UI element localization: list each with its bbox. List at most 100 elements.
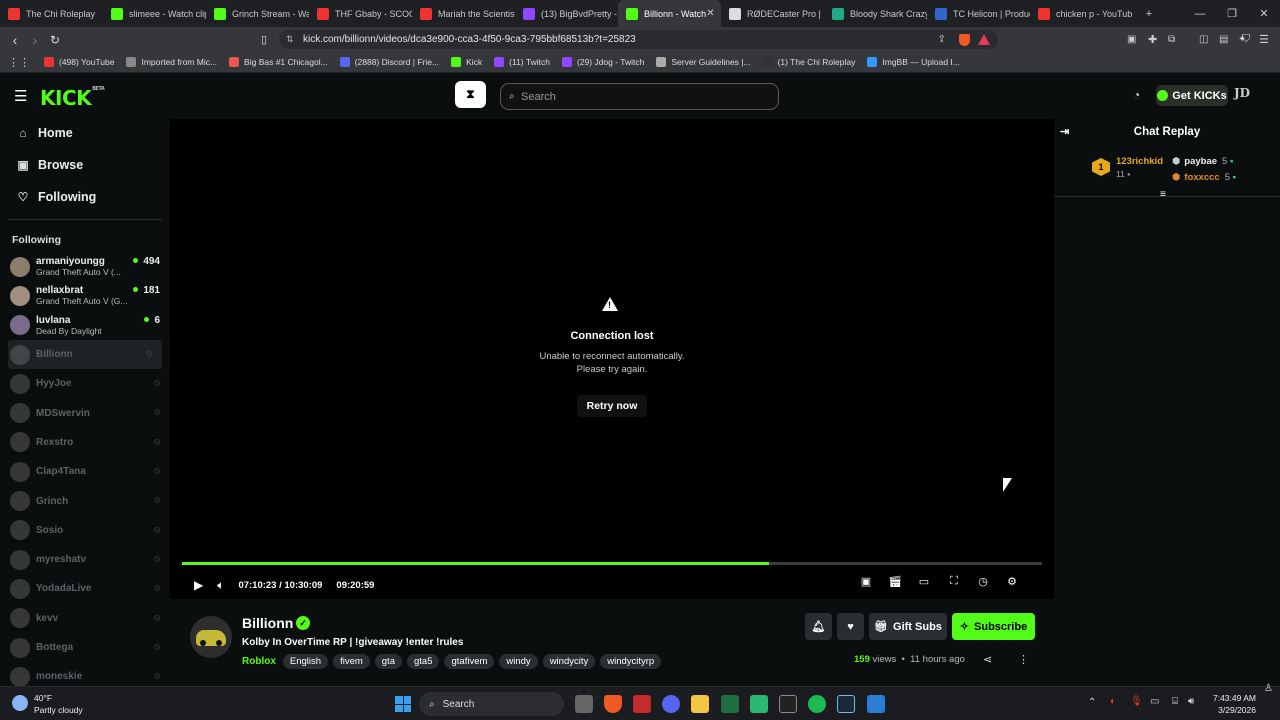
- brave-shields-icon[interactable]: [959, 33, 970, 46]
- speaker-icon[interactable]: 🔊︎: [1188, 696, 1194, 707]
- followed-channel-offline[interactable]: HyyJoe ⦸: [0, 369, 170, 398]
- category-link[interactable]: Roblox: [242, 656, 276, 667]
- tray-app-icon[interactable]: ◐: [1110, 696, 1116, 707]
- followed-channel-offline[interactable]: Bottega ⦸: [0, 633, 170, 662]
- settings-gear-icon[interactable]: ⚙: [1004, 575, 1020, 588]
- followed-channel-offline[interactable]: myreshatv ⦸: [0, 545, 170, 574]
- bookmark-item[interactable]: Kick: [451, 57, 482, 67]
- channel-avatar[interactable]: [190, 616, 232, 658]
- bookmark-item[interactable]: (498) YouTube: [44, 57, 114, 67]
- site-info-icon[interactable]: ⇅: [286, 34, 294, 45]
- reload-icon[interactable]: ↻: [45, 33, 65, 47]
- bookmark-item[interactable]: (11) Twitch: [494, 57, 550, 67]
- followed-channel-offline[interactable]: YodadaLive ⦸: [0, 574, 170, 603]
- followed-channel-offline[interactable]: kevv ⦸: [0, 604, 170, 633]
- task-view-icon[interactable]: [575, 695, 593, 713]
- bookmark-item[interactable]: (2888) Discord | Frie...: [339, 57, 439, 67]
- gifter-row[interactable]: ⬢ foxxccc 5 ▪: [1172, 172, 1236, 183]
- browser-tab[interactable]: Bloody Shark Crazy: [824, 0, 927, 27]
- followed-channel-live[interactable]: armaniyoungg Grand Theft Auto V (... 494: [0, 252, 170, 281]
- retry-button[interactable]: Retry now: [577, 395, 647, 417]
- puzzle-icon[interactable]: ✚: [1148, 33, 1157, 46]
- weather-widget[interactable]: 40°F Partly cloudy: [10, 692, 100, 718]
- browser-tab[interactable]: slimeee - Watch clip: [103, 0, 206, 27]
- play-icon[interactable]: ▶: [194, 578, 203, 592]
- volume-icon[interactable]: 🔈︎: [217, 578, 224, 593]
- chat-filter-icon[interactable]: ≡: [1160, 189, 1166, 200]
- follow-heart-button[interactable]: ♥: [837, 613, 864, 640]
- taskbar-search[interactable]: ⌕ Search: [419, 692, 564, 716]
- collapse-chat-icon[interactable]: ⇥: [1060, 125, 1069, 138]
- followed-channel-offline[interactable]: Rexstro ⦸: [0, 428, 170, 457]
- battery-icon[interactable]: ▭: [1150, 696, 1159, 707]
- bookmark-item[interactable]: (1) The Chi Roleplay: [762, 57, 855, 67]
- microphone-icon[interactable]: 🎙︎: [1130, 696, 1143, 707]
- top-gifter-name[interactable]: 123richkid: [1116, 156, 1163, 167]
- vertical-video-icon[interactable]: ⧗: [455, 81, 486, 108]
- bookmark-item[interactable]: Imported from Mic...: [126, 57, 217, 67]
- brave-app-icon[interactable]: [604, 695, 622, 713]
- bookmark-item[interactable]: ImgBB — Upload I...: [867, 57, 960, 67]
- theatre-mode-icon[interactable]: ▭: [916, 575, 932, 588]
- followed-channel-offline[interactable]: MDSwervin ⦸: [0, 398, 170, 427]
- sidebar-nav-browse[interactable]: ▣ Browse: [0, 149, 170, 181]
- screenshot-icon[interactable]: ⧉: [1168, 34, 1175, 45]
- brave-rewards-icon[interactable]: [978, 34, 990, 45]
- stream-tag[interactable]: windycityrp: [600, 654, 662, 669]
- kick-logo[interactable]: KICKBETA: [40, 86, 105, 110]
- forward-icon[interactable]: ›: [25, 32, 45, 48]
- browser-tab[interactable]: chicken p - YouTub: [1030, 0, 1133, 27]
- excel-app-icon[interactable]: [721, 695, 739, 713]
- get-kicks-button[interactable]: Get KICKs: [1156, 85, 1228, 106]
- video-player[interactable]: Connection lost Unable to reconnect auto…: [170, 119, 1054, 599]
- browser-tab[interactable]: RØDECaster Pro | Po: [721, 0, 824, 27]
- url-field[interactable]: ⇅ kick.com/billionn/videos/dca3e900-cca3…: [279, 30, 998, 49]
- channel-name[interactable]: Billionn: [242, 615, 293, 631]
- steam-app-icon[interactable]: [837, 695, 855, 713]
- bookmark-item[interactable]: Server Guidelines |...: [656, 57, 751, 67]
- sidebar-nav-following[interactable]: ♡ Following: [0, 181, 170, 213]
- followed-channel-offline[interactable]: Grinch ⦸: [0, 486, 170, 515]
- sidebar-nav-home[interactable]: ⌂ Home: [0, 117, 170, 149]
- apps-icon[interactable]: ⋮⋮: [8, 56, 30, 69]
- acrobat-app-icon[interactable]: [633, 695, 651, 713]
- extensions-icon[interactable]: ▣: [1127, 34, 1136, 45]
- hamburger-menu-icon[interactable]: ☰: [14, 87, 27, 105]
- browser-tab[interactable]: Billionn - Watch ✕: [618, 0, 721, 27]
- followed-channel-live[interactable]: nellaxbrat Grand Theft Auto V (G... 181: [0, 281, 170, 310]
- stream-tag[interactable]: windycity: [542, 654, 596, 669]
- sidebar-toggle-icon[interactable]: ◫: [1199, 34, 1208, 45]
- gifter-row[interactable]: ⬢ paybae 5 ▪: [1172, 156, 1233, 167]
- subscribe-button[interactable]: ✧ Subscribe: [952, 613, 1035, 640]
- bookmark-item[interactable]: (29) Jdog - Twitch: [561, 57, 644, 67]
- more-options-icon[interactable]: ⋮: [1018, 653, 1029, 666]
- close-window-icon[interactable]: ✕: [1248, 7, 1280, 20]
- minimize-icon[interactable]: —: [1184, 8, 1216, 20]
- tray-overflow-icon[interactable]: ⌃: [1088, 697, 1096, 708]
- spotify-app-icon[interactable]: [808, 695, 826, 713]
- new-tab-icon[interactable]: +: [1133, 8, 1165, 20]
- back-icon[interactable]: ‹: [5, 32, 25, 48]
- discord-app-icon[interactable]: [662, 695, 680, 713]
- browser-tab[interactable]: TC Helicon | Produc: [927, 0, 1030, 27]
- stream-tag[interactable]: gtafivem: [444, 654, 495, 669]
- network-icon[interactable]: ⌸: [1172, 696, 1178, 707]
- followed-channel-offline[interactable]: Sosio ⦸: [0, 516, 170, 545]
- browser-tab[interactable]: (13) BigBvdPretty -: [515, 0, 618, 27]
- tab-close-icon[interactable]: ✕: [706, 8, 714, 19]
- share-icon[interactable]: ⋖: [983, 653, 992, 666]
- vpn-icon[interactable]: ⛉: [1242, 33, 1250, 46]
- miniplayer-icon[interactable]: ▣: [858, 575, 874, 588]
- playback-speed-icon[interactable]: ◷: [975, 575, 991, 588]
- photos-app-icon[interactable]: [867, 695, 885, 713]
- stream-tag[interactable]: gta5: [406, 654, 440, 669]
- fullscreen-icon[interactable]: ⛶: [946, 575, 962, 588]
- followed-channel-offline[interactable]: Billionn ⦸: [8, 339, 162, 370]
- notification-bell-button[interactable]: 🔔︎: [805, 613, 832, 640]
- capcut-app-icon[interactable]: [779, 695, 797, 713]
- browser-tab[interactable]: Grinch Stream - Wa: [206, 0, 309, 27]
- stream-tag[interactable]: windy: [499, 654, 538, 669]
- browser-tab[interactable]: The Chi Roleplay: [0, 0, 103, 27]
- share-icon[interactable]: ⇪: [938, 34, 946, 45]
- game-app-icon[interactable]: [750, 695, 768, 713]
